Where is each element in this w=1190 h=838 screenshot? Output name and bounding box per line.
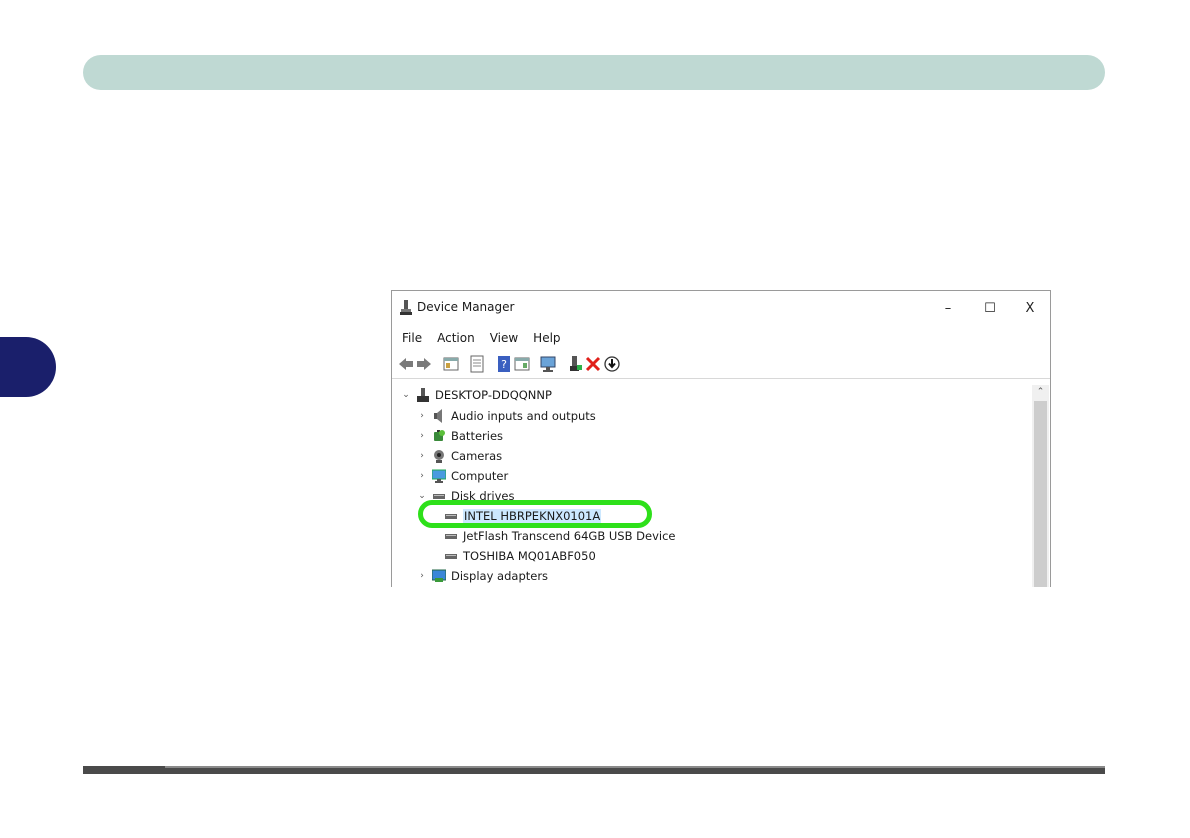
menu-help[interactable]: Help (524, 329, 566, 349)
scrollbar-thumb[interactable] (1034, 401, 1047, 587)
chevron-down-icon[interactable]: ⌄ (400, 390, 412, 400)
update-driver-icon[interactable] (566, 355, 584, 373)
svg-text:?: ? (501, 358, 507, 371)
tree-item-label: Disk drives (451, 489, 515, 503)
tree-item-label: TOSHIBA MQ01ABF050 (463, 549, 596, 563)
tree-item-toshiba-drive[interactable]: TOSHIBA MQ01ABF050 (444, 546, 596, 566)
monitor-icon (432, 469, 446, 483)
tree-item-label: Computer (451, 469, 509, 483)
scroll-up-button[interactable]: ⌃ (1032, 385, 1049, 399)
menu-file[interactable]: File (392, 329, 428, 349)
action-pane-icon[interactable] (513, 355, 531, 373)
tree-item-computer[interactable]: › Computer (416, 466, 508, 486)
tree-item-label: JetFlash Transcend 64GB USB Device (463, 529, 676, 543)
maximize-icon: ☐ (984, 300, 996, 316)
menu-action[interactable]: Action (428, 329, 481, 349)
chevron-right-icon[interactable]: › (416, 451, 428, 461)
speaker-icon (434, 409, 442, 423)
chapter-tab (0, 337, 56, 397)
chevron-down-icon[interactable]: ⌄ (416, 491, 428, 501)
back-arrow-icon[interactable] (397, 355, 415, 373)
disk-drive-icon (445, 534, 457, 539)
forward-arrow-icon[interactable] (415, 355, 433, 373)
window-title: Device Manager (417, 300, 515, 314)
chevron-right-icon[interactable]: › (416, 411, 428, 421)
disk-drive-icon (445, 554, 457, 559)
disk-drive-icon (433, 494, 445, 499)
chevron-right-icon[interactable]: › (416, 431, 428, 441)
tree-item-label: Cameras (451, 449, 503, 463)
maximize-button[interactable]: ☐ (970, 295, 1010, 321)
page-footer-rule (83, 766, 1105, 774)
title-bar[interactable]: Device Manager – ☐ X (392, 291, 1050, 325)
help-icon[interactable]: ? (495, 355, 513, 373)
device-manager-icon (400, 300, 412, 315)
tree-root[interactable]: ⌄ DESKTOP-DDQQNNP (400, 385, 552, 405)
uninstall-device-icon[interactable] (584, 355, 602, 373)
disable-device-icon[interactable] (603, 355, 621, 373)
tree-item-intel-drive[interactable]: INTEL HBRPEKNX0101A (444, 506, 602, 526)
menu-bar: File Action View Help (392, 329, 567, 349)
tree-root-label: DESKTOP-DDQQNNP (435, 388, 552, 402)
tree-item-cameras[interactable]: › Cameras (416, 446, 502, 466)
page-header-band (83, 55, 1105, 90)
battery-icon (434, 430, 445, 441)
chevron-up-icon: ⌃ (1036, 387, 1045, 397)
menu-view[interactable]: View (481, 329, 524, 349)
chevron-right-icon[interactable]: › (416, 571, 428, 581)
webcam-icon (434, 450, 444, 463)
tree-item-label: INTEL HBRPEKNX0101A (463, 509, 602, 523)
vertical-scrollbar[interactable]: ⌃ (1032, 385, 1049, 587)
tree-item-disk-drives[interactable]: ⌄ Disk drives (416, 486, 514, 506)
display-adapter-icon (432, 569, 446, 582)
tree-item-label: Display adapters (451, 569, 549, 583)
tree-item-display-adapters[interactable]: › Display adapters (416, 566, 548, 586)
device-manager-window: Device Manager – ☐ X File Action View He… (391, 290, 1051, 587)
scan-hardware-changes-icon[interactable] (539, 355, 557, 373)
minimize-button[interactable]: – (928, 295, 968, 321)
tree-item-label: Batteries (451, 429, 504, 443)
close-icon: X (1025, 300, 1035, 316)
disk-drive-icon (445, 514, 457, 519)
minimize-icon: – (944, 300, 952, 316)
tree-item-audio[interactable]: › Audio inputs and outputs (416, 406, 596, 426)
chevron-right-icon[interactable]: › (416, 471, 428, 481)
tree-item-batteries[interactable]: › Batteries (416, 426, 503, 446)
properties-icon[interactable] (468, 355, 486, 373)
close-button[interactable]: X (1010, 295, 1050, 321)
toolbar: ? (392, 350, 1050, 379)
show-hide-console-tree-icon[interactable] (442, 355, 460, 373)
computer-tower-icon (417, 388, 429, 402)
tree-item-label: Audio inputs and outputs (451, 409, 596, 423)
tree-item-jetflash-drive[interactable]: JetFlash Transcend 64GB USB Device (444, 526, 675, 546)
